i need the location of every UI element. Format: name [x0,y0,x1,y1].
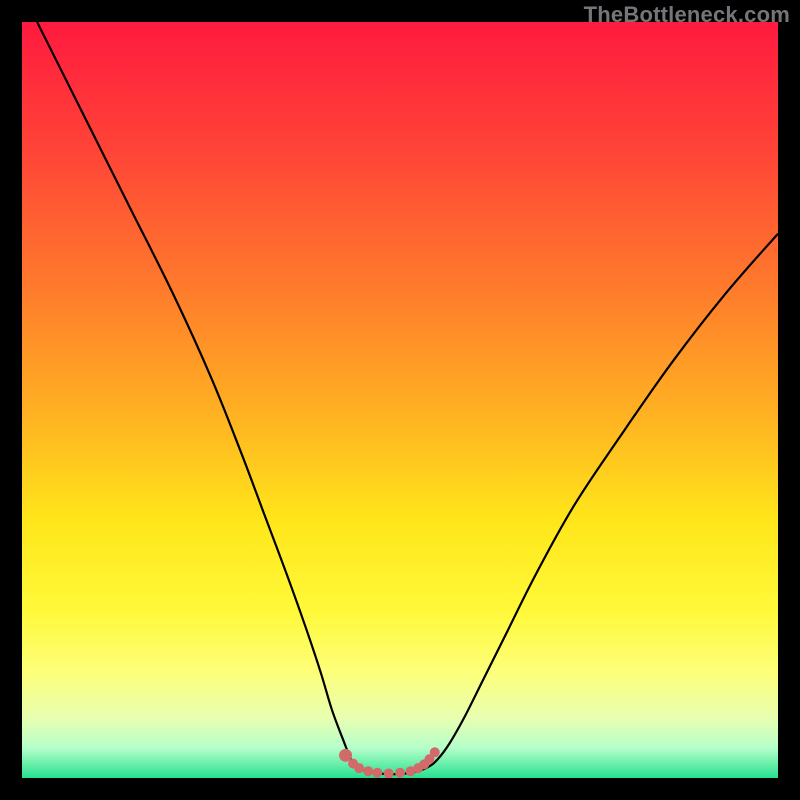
highlight-dot [384,768,394,778]
bottleneck-curve [37,22,778,774]
highlight-dot [372,768,382,778]
highlight-dot [363,766,373,776]
highlight-dot [395,768,405,778]
watermark-text: TheBottleneck.com [584,2,790,28]
highlight-dot [430,747,440,757]
highlight-dot [354,763,364,773]
plot-area [22,22,778,778]
marker-group [339,747,440,778]
chart-stage: TheBottleneck.com [0,0,800,800]
curve-layer [22,22,778,778]
